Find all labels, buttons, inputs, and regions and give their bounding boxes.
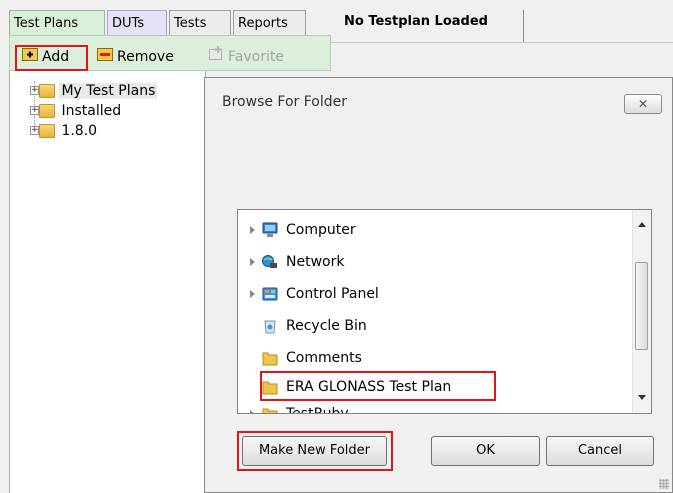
remove-icon	[97, 43, 113, 71]
make-new-folder-highlight	[237, 431, 393, 471]
tree-item-label: Installed	[61, 103, 122, 119]
expand-arrow-icon[interactable]	[250, 410, 255, 413]
folder-item-comments[interactable]: Comments	[238, 346, 633, 370]
expand-arrow-icon[interactable]	[250, 258, 255, 266]
network-icon	[262, 255, 277, 268]
test-plan-tree: + My Test Plans + Installed + 1.8.0	[9, 71, 206, 493]
tab-reports-label: Reports	[238, 16, 288, 31]
expand-icon[interactable]: +	[30, 126, 39, 135]
browse-folder-dialog: Browse For Folder ✕ Computer Network Con…	[204, 77, 673, 493]
scroll-down-icon[interactable]	[638, 395, 646, 400]
folder-item-label: Comments	[286, 350, 362, 366]
computer-icon	[262, 222, 278, 237]
folder-item-testruby[interactable]: TestRuby	[238, 402, 633, 414]
favorite-button[interactable]: Favorite	[208, 43, 284, 71]
era-glonass-highlight	[260, 371, 496, 401]
expand-icon[interactable]: +	[30, 106, 39, 115]
close-button[interactable]: ✕	[624, 94, 662, 114]
folder-item-label: Control Panel	[286, 286, 379, 302]
expand-arrow-icon[interactable]	[250, 290, 255, 298]
folder-item-computer[interactable]: Computer	[238, 218, 633, 242]
folder-item-label: Recycle Bin	[286, 318, 367, 334]
tree-item-label: 1.8.0	[61, 123, 98, 139]
add-highlight	[15, 45, 88, 71]
tab-test-plans[interactable]: Test Plans	[9, 10, 105, 35]
favorite-label: Favorite	[228, 49, 284, 65]
cancel-button[interactable]: Cancel	[546, 436, 654, 466]
tab-tests-label: Tests	[174, 16, 207, 31]
favorite-icon	[208, 43, 224, 71]
tab-reports[interactable]: Reports	[233, 10, 306, 35]
folder-icon	[262, 352, 278, 366]
tab-testplan-label: No Testplan Loaded	[344, 14, 488, 29]
expand-icon[interactable]: +	[30, 86, 39, 95]
tab-duts-label: DUTs	[112, 16, 145, 31]
resize-grip-icon[interactable]	[659, 479, 669, 489]
folder-tree[interactable]: Computer Network Control Panel Recycle B…	[237, 209, 652, 414]
folder-icon	[39, 84, 55, 98]
folder-item-label: TestRuby	[286, 406, 349, 414]
divider	[331, 42, 673, 43]
recycle-bin-icon	[264, 320, 276, 334]
tree-item-1-8-0[interactable]: 1.8.0	[39, 121, 99, 141]
folder-icon	[262, 408, 278, 413]
scrollbar[interactable]	[632, 210, 651, 413]
scroll-up-icon[interactable]	[638, 222, 646, 227]
folder-icon	[39, 124, 55, 138]
expand-arrow-icon[interactable]	[250, 226, 255, 234]
tree-item-installed[interactable]: Installed	[39, 101, 123, 121]
cancel-label: Cancel	[577, 443, 623, 458]
control-panel-icon	[262, 287, 278, 301]
tree-item-label: My Test Plans	[59, 83, 158, 99]
folder-item-label: Computer	[286, 222, 356, 238]
folder-item-label: Network	[286, 254, 345, 270]
tree-item-my-test-plans[interactable]: My Test Plans	[39, 81, 158, 101]
folder-item-recycle-bin[interactable]: Recycle Bin	[238, 314, 633, 338]
dialog-title: Browse For Folder	[222, 94, 348, 110]
remove-button[interactable]: Remove	[97, 43, 174, 71]
tab-duts[interactable]: DUTs	[107, 10, 167, 35]
tab-testplan[interactable]: No Testplan Loaded	[334, 10, 524, 42]
ok-button[interactable]: OK	[431, 436, 540, 466]
close-icon: ✕	[637, 97, 649, 111]
folder-item-network[interactable]: Network	[238, 250, 633, 274]
tab-test-plans-label: Test Plans	[14, 16, 79, 31]
remove-label: Remove	[117, 49, 174, 65]
tab-tests[interactable]: Tests	[169, 10, 231, 35]
folder-item-control-panel[interactable]: Control Panel	[238, 282, 633, 306]
folder-icon	[39, 104, 55, 118]
ok-label: OK	[476, 443, 495, 458]
scroll-thumb[interactable]	[635, 262, 648, 350]
